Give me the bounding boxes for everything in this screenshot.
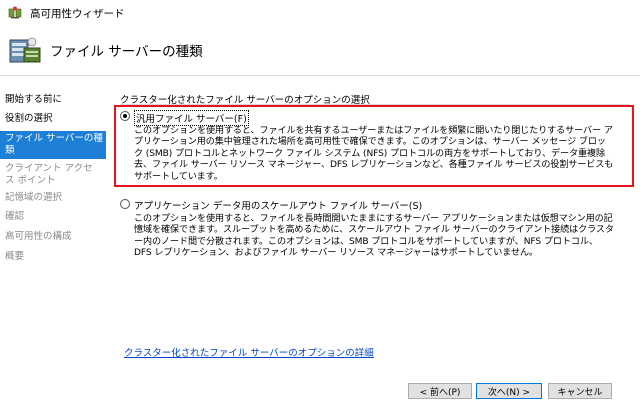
- back-button[interactable]: < 前へ(P): [408, 383, 472, 399]
- wizard-steps-nav: 開始する前に 役割の選択 ファイル サーバーの種類 クライアント アクセス ポイ…: [0, 77, 106, 414]
- next-button[interactable]: 次へ(N) >: [476, 383, 542, 399]
- cluster-icon: [8, 6, 22, 19]
- sidebar-item-summary: 概要: [5, 251, 25, 262]
- sidebar-item-file-server-type[interactable]: ファイル サーバーの種類: [0, 131, 106, 159]
- cancel-button[interactable]: キャンセル: [548, 383, 612, 399]
- window-title: 高可用性ウィザード: [30, 7, 125, 20]
- page-header: ファイル サーバーの種類: [0, 26, 640, 76]
- sidebar-item-configure-ha: 高可用性の構成: [5, 231, 72, 242]
- main-content: クラスター化されたファイル サーバーのオプションの選択 汎用ファイル サーバー(…: [114, 77, 634, 414]
- sidebar-item-select-role[interactable]: 役割の選択: [0, 113, 106, 125]
- sidebar-item-select-storage: 記憶域の選択: [5, 192, 63, 203]
- option-label-scale-out[interactable]: アプリケーション データ用のスケールアウト ファイル サーバー(S): [134, 198, 422, 212]
- page-title: ファイル サーバーの種類: [50, 44, 203, 60]
- title-bar: 高可用性ウィザード: [0, 0, 640, 26]
- sidebar-item-client-access-point: クライアント アクセス ポイント: [5, 163, 93, 186]
- file-server-icon: [9, 37, 41, 63]
- radio-scale-out[interactable]: [120, 199, 130, 209]
- sidebar-item-before-you-begin[interactable]: 開始する前に: [0, 94, 106, 106]
- option-description-scale-out: このオプションを使用すると、ファイルを長時間開いたままにするサーバー アプリケー…: [134, 214, 614, 259]
- more-info-link[interactable]: クラスター化されたファイル サーバーのオプションの詳細: [124, 345, 374, 359]
- sidebar-item-confirmation: 確認: [5, 211, 25, 222]
- highlight-annotation-box: [114, 105, 634, 187]
